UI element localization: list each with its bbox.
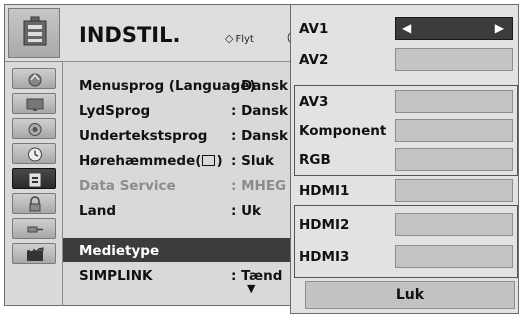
input-label: HDMI1 bbox=[299, 183, 350, 199]
sidebar-picture-icon[interactable] bbox=[12, 93, 56, 114]
setup-icon bbox=[8, 8, 60, 58]
input-row-av1[interactable]: AV1 ◀ ▶ bbox=[291, 13, 518, 43]
input-name-field[interactable] bbox=[395, 245, 513, 268]
menu-item-label: Land bbox=[79, 203, 116, 219]
hearing-impaired-icon bbox=[202, 155, 216, 166]
input-name-field[interactable] bbox=[395, 90, 513, 113]
sidebar-setup-icon[interactable] bbox=[12, 168, 56, 189]
menu-item-value: : Dansk bbox=[231, 128, 289, 144]
hearing-impaired-label: Hørehæmmede( bbox=[79, 153, 202, 169]
move-hint-label: Flyt bbox=[235, 34, 254, 45]
arrow-left-icon[interactable]: ◀ bbox=[402, 21, 411, 35]
input-row-rgb[interactable]: RGB bbox=[291, 144, 518, 174]
arrow-right-icon[interactable]: ▶ bbox=[495, 21, 504, 35]
menu-item-value: : Dansk bbox=[231, 78, 289, 94]
sidebar-time-icon[interactable] bbox=[12, 143, 56, 164]
input-label: AV2 bbox=[299, 52, 329, 68]
input-label: AV1 bbox=[299, 21, 329, 37]
input-label: HDMI2 bbox=[299, 217, 350, 233]
hearing-impaired-label-suffix: ) bbox=[216, 153, 223, 169]
input-row-hdmi2[interactable]: HDMI2 bbox=[291, 209, 518, 239]
sidebar-channel-icon[interactable] bbox=[12, 68, 56, 89]
input-label-popup: AV1 ◀ ▶ AV2 AV3 Komponent RGB HDMI1 HDMI… bbox=[290, 4, 519, 314]
move-arrows-icon: ◇ bbox=[225, 32, 234, 45]
menu-item-subtitle-language[interactable]: Undertekstsprog : Dansk bbox=[63, 123, 303, 147]
sidebar-media-icon[interactable] bbox=[12, 243, 56, 264]
menu-item-media-type[interactable]: Medietype bbox=[63, 238, 303, 262]
menu-sidebar bbox=[5, 62, 63, 305]
menu-item-value: : Sluk bbox=[231, 153, 275, 169]
input-row-av3[interactable]: AV3 bbox=[291, 86, 518, 116]
input-row-hdmi1[interactable]: HDMI1 bbox=[291, 175, 518, 205]
menu-item-value: : Tænd bbox=[231, 268, 283, 284]
menu-title: INDSTIL. bbox=[79, 23, 181, 47]
menu-item-label: Hørehæmmede() bbox=[79, 153, 223, 169]
input-name-field[interactable] bbox=[395, 148, 513, 171]
menu-item-value: : Uk bbox=[231, 203, 262, 219]
menu-item-language[interactable]: Menusprog (Language) : Dansk bbox=[63, 73, 303, 97]
menu-item-simplink[interactable]: SIMPLINK : Tænd bbox=[63, 263, 303, 287]
menu-items: Menusprog (Language) : Dansk LydSprog : … bbox=[63, 62, 303, 305]
menu-item-label: Undertekstsprog bbox=[79, 128, 208, 144]
menu-item-audio-language[interactable]: LydSprog : Dansk bbox=[63, 98, 303, 122]
input-row-hdmi3[interactable]: HDMI3 bbox=[291, 241, 518, 271]
menu-item-label: Menusprog (Language) bbox=[79, 78, 256, 94]
close-button[interactable]: Luk bbox=[305, 281, 515, 309]
input-label: Komponent bbox=[299, 123, 387, 139]
menu-item-data-service: Data Service : MHEG bbox=[63, 173, 303, 197]
menu-item-label: SIMPLINK bbox=[79, 268, 153, 284]
menu-item-label: Medietype bbox=[79, 243, 160, 259]
input-name-selector[interactable]: ◀ ▶ bbox=[395, 17, 513, 40]
settings-menu: INDSTIL. ◇Flyt ◯ Me bbox=[4, 4, 304, 306]
input-row-av2[interactable]: AV2 bbox=[291, 44, 518, 74]
input-row-component[interactable]: Komponent bbox=[291, 115, 518, 145]
input-name-field[interactable] bbox=[395, 213, 513, 236]
input-label: HDMI3 bbox=[299, 249, 350, 265]
menu-item-value: : MHEG bbox=[231, 178, 287, 194]
menu-item-label: LydSprog bbox=[79, 103, 151, 119]
input-name-field[interactable] bbox=[395, 179, 513, 202]
input-label: AV3 bbox=[299, 94, 329, 110]
menu-header: INDSTIL. ◇Flyt ◯ bbox=[5, 5, 303, 62]
input-name-field[interactable] bbox=[395, 48, 513, 71]
menu-item-country[interactable]: Land : Uk bbox=[63, 198, 303, 222]
menu-item-hearing-impaired[interactable]: Hørehæmmede() : Sluk bbox=[63, 148, 303, 172]
move-hint: ◇ Flyt bbox=[225, 32, 254, 45]
input-name-field[interactable] bbox=[395, 119, 513, 142]
menu-item-label: Data Service bbox=[79, 178, 176, 194]
sidebar-audio-icon[interactable] bbox=[12, 118, 56, 139]
menu-item-value: : Dansk bbox=[231, 103, 289, 119]
scroll-down-icon[interactable]: ▼ bbox=[247, 282, 255, 295]
sidebar-lock-icon[interactable] bbox=[12, 193, 56, 214]
sidebar-input-icon[interactable] bbox=[12, 218, 56, 239]
input-label: RGB bbox=[299, 152, 331, 168]
